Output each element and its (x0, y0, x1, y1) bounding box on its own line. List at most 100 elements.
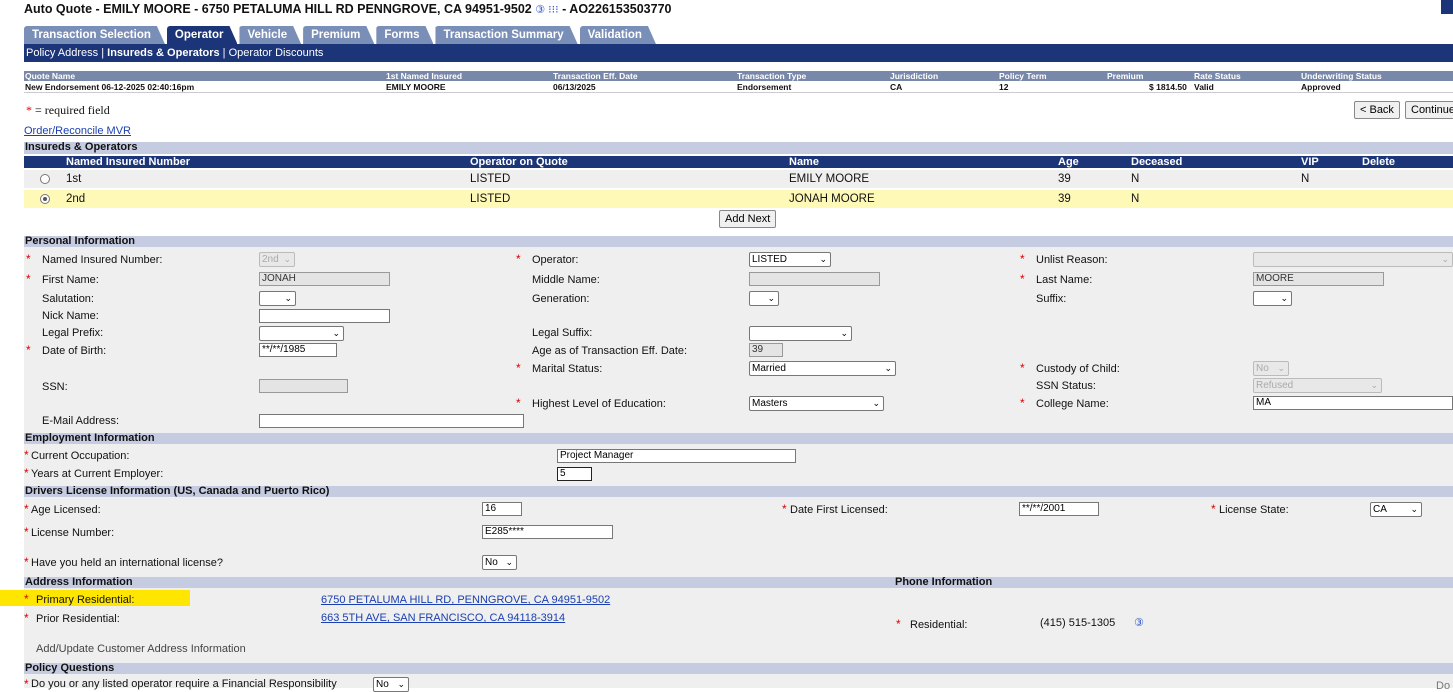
age-licensed-field[interactable]: 16 (482, 502, 522, 516)
main-tabs: Transaction Selection Operator Vehicle P… (24, 26, 658, 44)
marital-status-label: Marital Status: (532, 363, 603, 375)
occupation-field[interactable]: Project Manager (557, 449, 796, 463)
license-state-label: License State: (1219, 504, 1289, 516)
ssn-label: SSN: (42, 381, 68, 393)
college-field[interactable]: MA (1253, 396, 1453, 410)
row-select-radio[interactable] (40, 174, 50, 184)
row-select-radio[interactable] (40, 194, 50, 204)
chevron-down-icon: ⌄ (332, 328, 340, 338)
add-next-button[interactable]: Add Next (719, 210, 777, 228)
legal-suffix-select[interactable]: ⌄ (749, 326, 852, 341)
dob-field[interactable]: **/**/1985 (259, 343, 337, 357)
help-button[interactable] (1441, 0, 1453, 14)
age-as-of-field: 39 (749, 343, 783, 357)
prior-address-link[interactable]: 663 5TH AVE, SAN FRANCISCO, CA 94118-391… (321, 612, 565, 624)
last-name-label: Last Name: (1036, 274, 1093, 286)
salutation-label: Salutation: (42, 293, 94, 305)
education-label: Highest Level of Education: (532, 398, 666, 410)
quote-summary-header: Quote Name 1st Named Insured Transaction… (24, 71, 1453, 81)
chevron-down-icon: ⌄ (284, 293, 292, 303)
email-label: E-Mail Address: (42, 415, 120, 427)
continue-button[interactable]: Continue (1405, 101, 1453, 119)
custody-select[interactable]: No ⌄ (1253, 361, 1289, 376)
table-row[interactable]: 1st LISTED EMILY MOORE 39 N N (24, 170, 1453, 188)
chevron-down-icon: ⌄ (819, 254, 827, 264)
tab-forms[interactable]: Forms (376, 26, 433, 44)
info-menu-icon[interactable]: ③ ⁝⁝⁝ (535, 4, 558, 16)
salutation-select[interactable]: ⌄ (259, 291, 296, 306)
chevron-down-icon: ⌄ (1370, 380, 1378, 390)
tab-vehicle[interactable]: Vehicle (239, 26, 301, 44)
intl-license-select[interactable]: No ⌄ (482, 555, 517, 570)
ssn-status-select[interactable]: Refused ⌄ (1253, 378, 1382, 393)
legal-suffix-label: Legal Suffix: (532, 327, 593, 339)
legal-prefix-select[interactable]: ⌄ (259, 326, 344, 341)
subnav-insureds-operators[interactable]: Insureds & Operators (107, 47, 219, 59)
cut-off-text: Do (1436, 680, 1451, 692)
marital-status-select[interactable]: Married ⌄ (749, 361, 896, 376)
form-background (24, 246, 1453, 688)
chevron-down-icon: ⌄ (397, 679, 405, 689)
chevron-down-icon: ⌄ (283, 254, 291, 264)
generation-select[interactable]: ⌄ (749, 291, 779, 306)
subnav-operator-discounts[interactable]: Operator Discounts (229, 47, 324, 59)
suffix-select[interactable]: ⌄ (1253, 291, 1292, 306)
subnav-policy-address[interactable]: Policy Address (26, 47, 98, 59)
nick-name-label: Nick Name: (42, 310, 99, 322)
phone-residential-value: (415) 515-1305 (1040, 617, 1116, 629)
ssn-field[interactable] (259, 379, 348, 393)
generation-label: Generation: (532, 293, 590, 305)
chevron-down-icon: ⌄ (840, 328, 848, 338)
primary-residential-label: Primary Residential: (36, 594, 135, 606)
add-update-address-link[interactable]: Add/Update Customer Address Information (36, 643, 246, 655)
operator-select[interactable]: LISTED ⌄ (749, 252, 831, 267)
primary-address-link[interactable]: 6750 PETALUMA HILL RD, PENNGROVE, CA 949… (321, 594, 610, 606)
college-label: College Name: (1036, 398, 1109, 410)
date-first-licensed-label: Date First Licensed: (790, 504, 888, 516)
chevron-down-icon: ⌄ (505, 557, 513, 567)
education-select[interactable]: Masters ⌄ (749, 396, 884, 411)
chevron-down-icon: ⌄ (1441, 254, 1449, 264)
operator-label: Operator: (532, 254, 579, 266)
chevron-down-icon: ⌄ (1280, 293, 1288, 303)
age-licensed-label: Age Licensed: (31, 504, 101, 516)
first-name-field[interactable]: JONAH (259, 272, 390, 286)
financial-responsibility-select[interactable]: No ⌄ (373, 677, 409, 692)
named-insured-number-select[interactable]: 2nd ⌄ (259, 252, 295, 267)
tab-transaction-selection[interactable]: Transaction Selection (24, 26, 165, 44)
chevron-down-icon: ⌄ (884, 363, 892, 373)
address-section-bar (24, 577, 1453, 588)
years-employer-field[interactable]: 5 (557, 467, 592, 481)
middle-name-field[interactable] (749, 272, 880, 286)
nick-name-field[interactable] (259, 309, 390, 323)
tab-validation[interactable]: Validation (580, 26, 656, 44)
license-state-select[interactable]: CA ⌄ (1370, 502, 1422, 517)
last-name-field[interactable]: MOORE (1253, 272, 1384, 286)
license-number-field[interactable]: E285**** (482, 525, 613, 539)
custody-label: Custody of Child: (1036, 363, 1120, 375)
email-field[interactable] (259, 414, 524, 428)
intl-license-label: Have you held an international license? (31, 557, 224, 569)
chevron-down-icon: ⌄ (767, 293, 775, 303)
tab-transaction-summary[interactable]: Transaction Summary (435, 26, 577, 44)
tab-premium[interactable]: Premium (303, 26, 374, 44)
back-button[interactable]: < Back (1354, 101, 1400, 119)
required-field-note: * = required field (26, 103, 110, 117)
dob-label: Date of Birth: (42, 345, 107, 357)
chevron-down-icon: ⌄ (1410, 504, 1418, 514)
personal-section-title: Personal Information (24, 236, 1453, 247)
unlist-reason-select[interactable]: ⌄ (1253, 252, 1453, 267)
tab-operator[interactable]: Operator (167, 26, 238, 44)
quote-summary-values: New Endorsement 06-12-2025 02:40:16pm EM… (24, 81, 1453, 93)
policy-questions-title: Policy Questions (24, 663, 1453, 674)
named-insured-number-label: Named Insured Number: (42, 254, 163, 266)
occupation-label: Current Occupation: (31, 450, 130, 462)
license-section-title: Drivers License Information (US, Canada … (24, 486, 1453, 497)
sub-navigation: Policy Address | Insureds & Operators | … (24, 44, 1453, 62)
table-row[interactable]: 2nd LISTED JONAH MOORE 39 N (24, 190, 1453, 208)
date-first-licensed-field[interactable]: **/**/2001 (1019, 502, 1099, 516)
phone-residential-label: Residential: (910, 619, 968, 631)
info-icon[interactable]: ③ (1134, 616, 1144, 629)
order-mvr-link[interactable]: Order/Reconcile MVR (24, 125, 131, 137)
insureds-table-header: Named Insured Number Operator on Quote N… (24, 156, 1453, 168)
